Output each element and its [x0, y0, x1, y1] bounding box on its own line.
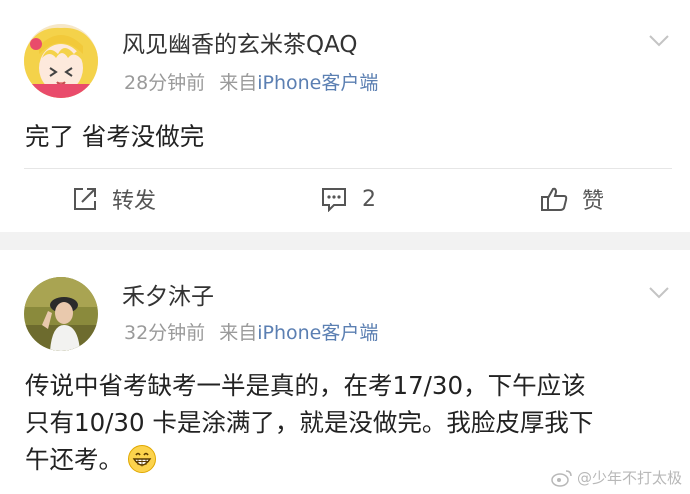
watermark: @少年不打太极 — [551, 467, 682, 488]
source-link[interactable]: iPhone客户端 — [257, 72, 378, 94]
post-content: 传说中省考缺考一半是真的，在考17/30，下午应该 只有10/30 卡是涂满了，… — [25, 367, 666, 478]
grinning-emoji-icon — [128, 445, 156, 473]
action-bar: 转发 2 赞 — [0, 176, 690, 222]
avatar[interactable] — [24, 24, 98, 98]
chevron-down-icon[interactable] — [648, 286, 670, 300]
thumbs-up-icon — [541, 187, 568, 211]
comment-icon — [322, 188, 346, 212]
post-time: 28分钟前 — [124, 72, 206, 94]
post-meta: 32分钟前 来自iPhone客户端 — [124, 321, 378, 345]
watermark-text: @少年不打太极 — [576, 469, 682, 487]
post-card: 风见幽香的玄米茶QAQ 28分钟前 来自iPhone客户端 完了 省考没做完 转发 — [0, 0, 690, 232]
content-line: 只有10/30 卡是涂满了，就是没做完。我脸皮厚我下 — [25, 408, 594, 437]
post-time: 32分钟前 — [124, 322, 206, 344]
post-card: 禾夕沐子 32分钟前 来自iPhone客户端 传说中省考缺考一半是真的，在考17/… — [0, 250, 690, 494]
post-meta: 28分钟前 来自iPhone客户端 — [124, 71, 378, 95]
repost-label: 转发 — [112, 189, 157, 214]
source-link[interactable]: iPhone客户端 — [257, 322, 378, 344]
source-prefix: 来自 — [219, 72, 258, 94]
weibo-logo-icon — [551, 469, 572, 487]
comment-count: 2 — [362, 186, 376, 212]
section-gap — [0, 232, 690, 250]
divider — [24, 168, 672, 169]
chevron-down-icon[interactable] — [648, 34, 670, 48]
repost-button[interactable]: 转发 — [72, 176, 156, 222]
content-line: 传说中省考缺考一半是真的，在考17/30，下午应该 — [25, 371, 586, 400]
weibo-feed: 风见幽香的玄米茶QAQ 28分钟前 来自iPhone客户端 完了 省考没做完 转发 — [0, 0, 690, 494]
repost-icon — [74, 188, 96, 210]
avatar[interactable] — [24, 277, 98, 351]
username[interactable]: 禾夕沐子 — [122, 283, 214, 311]
comment-button[interactable]: 2 — [320, 176, 376, 222]
source-prefix: 来自 — [219, 322, 258, 344]
post-content: 完了 省考没做完 — [25, 122, 205, 151]
like-label: 赞 — [582, 189, 605, 214]
like-button[interactable]: 赞 — [540, 176, 604, 222]
username[interactable]: 风见幽香的玄米茶QAQ — [122, 31, 358, 59]
